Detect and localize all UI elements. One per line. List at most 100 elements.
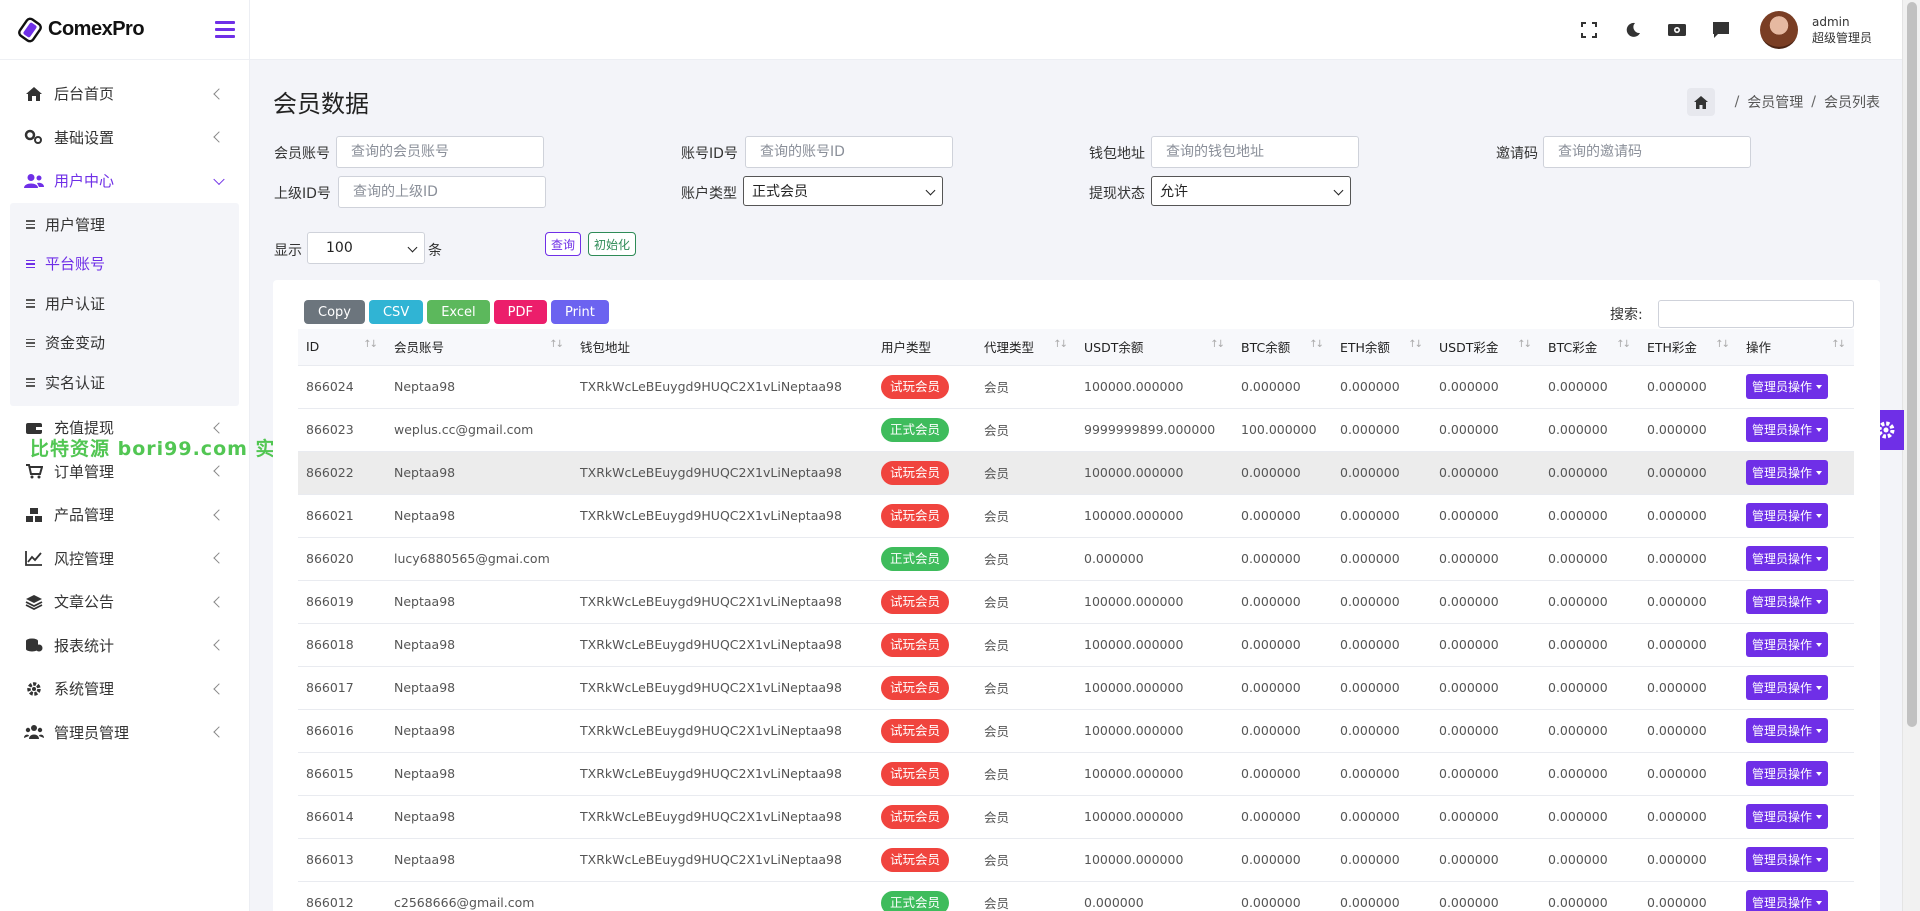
table-row[interactable]: 866022 Neptaa98 TXRkWcLeBEuygd9HUQC2X1vLiN… xyxy=(298,451,1854,494)
admin-actions-dropdown-button[interactable]: 管理员操作 xyxy=(1746,589,1829,614)
admin-actions-label: 管理员操作 xyxy=(1752,767,1813,781)
table-row[interactable]: 866018 Neptaa98 TXRkWcLeBEuygd9HUQC2X1vLiN… xyxy=(298,623,1854,666)
column-header-id[interactable]: ID ↑↓ xyxy=(298,329,386,365)
sidebar-item-articles[interactable]: 文章公告 xyxy=(0,580,249,624)
pdf-button[interactable]: PDF xyxy=(493,300,547,324)
table-row[interactable]: 866020 lucy6880565@gmai.com 正式会员 会员 0.000000… xyxy=(298,537,1854,580)
sidebar-subitem-user-management[interactable]: 用户管理 xyxy=(10,205,239,245)
admin-actions-dropdown-button[interactable]: 管理员操作 xyxy=(1746,460,1829,485)
admin-actions-dropdown-button[interactable]: 管理员操作 xyxy=(1746,546,1829,571)
fullscreen-icon[interactable] xyxy=(1578,19,1600,41)
table-row[interactable]: 866023 weplus.cc@gmail.com 正式会员 会员 999999989… xyxy=(298,408,1854,451)
invite-code-search-input[interactable] xyxy=(1543,136,1751,168)
account-id-filter-label: 账号ID号 xyxy=(681,146,738,162)
column-header-eth-bonus[interactable]: ETH彩金 ↑↓ xyxy=(1639,329,1738,365)
account-id-search-input[interactable] xyxy=(745,136,953,168)
cell-usdt-bonus: 0.000000 xyxy=(1439,465,1499,480)
page-scrollbar[interactable] xyxy=(1902,0,1920,911)
sidebar-item-products[interactable]: 产品管理 xyxy=(0,493,249,537)
withdraw-status-filter-label: 提现状态 xyxy=(1089,186,1145,202)
admin-actions-dropdown-button[interactable]: 管理员操作 xyxy=(1746,632,1829,657)
table-row[interactable]: 866021 Neptaa98 TXRkWcLeBEuygd9HUQC2X1vLiN… xyxy=(298,494,1854,537)
sidebar-item-admins[interactable]: 管理员管理 xyxy=(0,711,249,755)
page-size-select[interactable]: 100 xyxy=(307,232,425,264)
table-row[interactable]: 866015 Neptaa98 TXRkWcLeBEuygd9HUQC2X1vLiN… xyxy=(298,752,1854,795)
caret-down-icon xyxy=(1816,556,1823,561)
avatar[interactable] xyxy=(1759,11,1798,49)
admin-actions-dropdown-button[interactable]: 管理员操作 xyxy=(1746,804,1829,829)
column-header-actions[interactable]: 操作 ↑↓ xyxy=(1738,329,1854,365)
cell-wallet: TXRkWcLeBEuygd9HUQC2X1vLiNeptaa98 xyxy=(580,508,842,523)
sidebar-item-reports[interactable]: 报表统计 xyxy=(0,624,249,668)
table-row[interactable]: 866016 Neptaa98 TXRkWcLeBEuygd9HUQC2X1vLiN… xyxy=(298,709,1854,752)
sidebar-subitem-user-verification[interactable]: 用户认证 xyxy=(10,284,239,324)
csv-button[interactable]: CSV xyxy=(368,300,424,324)
column-header-agent-type[interactable]: 代理类型 ↑↓ xyxy=(976,329,1076,365)
query-button[interactable]: 查询 xyxy=(545,232,582,256)
dark-mode-moon-icon[interactable] xyxy=(1622,19,1644,41)
column-header-wallet[interactable]: 钱包地址 xyxy=(572,329,873,365)
admin-actions-dropdown-button[interactable]: 管理员操作 xyxy=(1746,890,1829,911)
column-header-btc-bonus[interactable]: BTC彩金 ↑↓ xyxy=(1540,329,1639,365)
table-row[interactable]: 866024 Neptaa98 TXRkWcLeBEuygd9HUQC2X1vLiN… xyxy=(298,365,1854,408)
account-search-input[interactable] xyxy=(336,136,544,168)
withdraw-status-select[interactable]: 允许 xyxy=(1151,176,1351,206)
table-row[interactable]: 866019 Neptaa98 TXRkWcLeBEuygd9HUQC2X1vLiN… xyxy=(298,580,1854,623)
sidebar-item-label: 后台首页 xyxy=(54,85,115,104)
admin-actions-dropdown-button[interactable]: 管理员操作 xyxy=(1746,847,1829,872)
table-row[interactable]: 866012 c2568666@gmail.com 正式会员 会员 0.000000 0.… xyxy=(298,881,1854,911)
cell-account: Neptaa98 xyxy=(394,809,456,824)
sidebar-item-user-center[interactable]: 用户中心 xyxy=(0,159,249,203)
sidebar-item-risk-control[interactable]: 风控管理 xyxy=(0,537,249,581)
breadcrumb-home-icon[interactable] xyxy=(1686,88,1715,116)
cart-icon xyxy=(24,462,44,480)
scrollbar-thumb[interactable] xyxy=(1907,2,1917,727)
admin-actions-dropdown-button[interactable]: 管理员操作 xyxy=(1746,374,1829,399)
admin-actions-dropdown-button[interactable]: 管理员操作 xyxy=(1746,417,1829,442)
cell-btc-bonus: 0.000000 xyxy=(1548,465,1608,480)
sidebar-item-system[interactable]: 系统管理 xyxy=(0,667,249,711)
column-header-usdt-bonus[interactable]: USDT彩金 ↑↓ xyxy=(1431,329,1540,365)
cell-account: Neptaa98 xyxy=(394,637,456,652)
account-type-select[interactable]: 正式会员 xyxy=(743,176,943,206)
user-info[interactable]: admin 超级管理员 xyxy=(1812,14,1872,46)
cell-user-type: 试玩会员 xyxy=(873,580,976,623)
copy-button[interactable]: Copy xyxy=(304,300,365,324)
cubes-icon xyxy=(24,506,44,524)
column-header-btc-balance[interactable]: BTC余额 ↑↓ xyxy=(1233,329,1332,365)
admin-actions-dropdown-button[interactable]: 管理员操作 xyxy=(1746,675,1829,700)
admin-actions-dropdown-button[interactable]: 管理员操作 xyxy=(1746,761,1829,786)
breadcrumb-separator: / xyxy=(1734,94,1740,110)
column-header-account[interactable]: 会员账号 ↑↓ xyxy=(386,329,572,365)
reset-button[interactable]: 初始化 xyxy=(588,232,637,256)
sidebar-item-basic-settings[interactable]: 基础设置 xyxy=(0,116,249,160)
admin-actions-dropdown-button[interactable]: 管理员操作 xyxy=(1746,503,1829,528)
sidebar-item-dashboard[interactable]: 后台首页 xyxy=(0,72,249,116)
excel-button[interactable]: Excel xyxy=(427,300,490,324)
cell-account: Neptaa98 xyxy=(394,508,456,523)
menu-toggle-icon[interactable] xyxy=(215,21,235,38)
column-header-user-type[interactable]: 用户类型 xyxy=(873,329,976,365)
cell-btc-balance: 0.000000 xyxy=(1241,465,1301,480)
breadcrumb-item-member-management[interactable]: 会员管理 xyxy=(1747,92,1803,112)
cell-eth-bonus: 0.000000 xyxy=(1647,637,1707,652)
column-header-eth-balance[interactable]: ETH余额 ↑↓ xyxy=(1332,329,1431,365)
table-row[interactable]: 866013 Neptaa98 TXRkWcLeBEuygd9HUQC2X1vLiN… xyxy=(298,838,1854,881)
column-header-usdt-balance[interactable]: USDT余额 ↑↓ xyxy=(1076,329,1233,365)
table-row[interactable]: 866014 Neptaa98 TXRkWcLeBEuygd9HUQC2X1vLiN… xyxy=(298,795,1854,838)
sidebar-subitem-real-name[interactable]: 实名认证 xyxy=(10,363,239,403)
cell-user-type: 试玩会员 xyxy=(873,838,976,881)
sidebar-subitem-fund-changes[interactable]: 资金变动 xyxy=(10,323,239,363)
wallet-search-input[interactable] xyxy=(1151,136,1359,168)
parent-id-search-input[interactable] xyxy=(338,176,546,208)
money-icon[interactable] xyxy=(1666,19,1688,41)
list-icon xyxy=(26,259,35,268)
admin-actions-dropdown-button[interactable]: 管理员操作 xyxy=(1746,718,1829,743)
list-icon xyxy=(26,338,35,347)
print-button[interactable]: Print xyxy=(550,300,609,324)
chevron-icon xyxy=(213,596,225,608)
table-row[interactable]: 866017 Neptaa98 TXRkWcLeBEuygd9HUQC2X1vLiN… xyxy=(298,666,1854,709)
table-search-input[interactable] xyxy=(1658,300,1854,328)
chat-icon[interactable] xyxy=(1710,19,1732,41)
sidebar-subitem-platform-accounts[interactable]: 平台账号 xyxy=(10,244,239,284)
